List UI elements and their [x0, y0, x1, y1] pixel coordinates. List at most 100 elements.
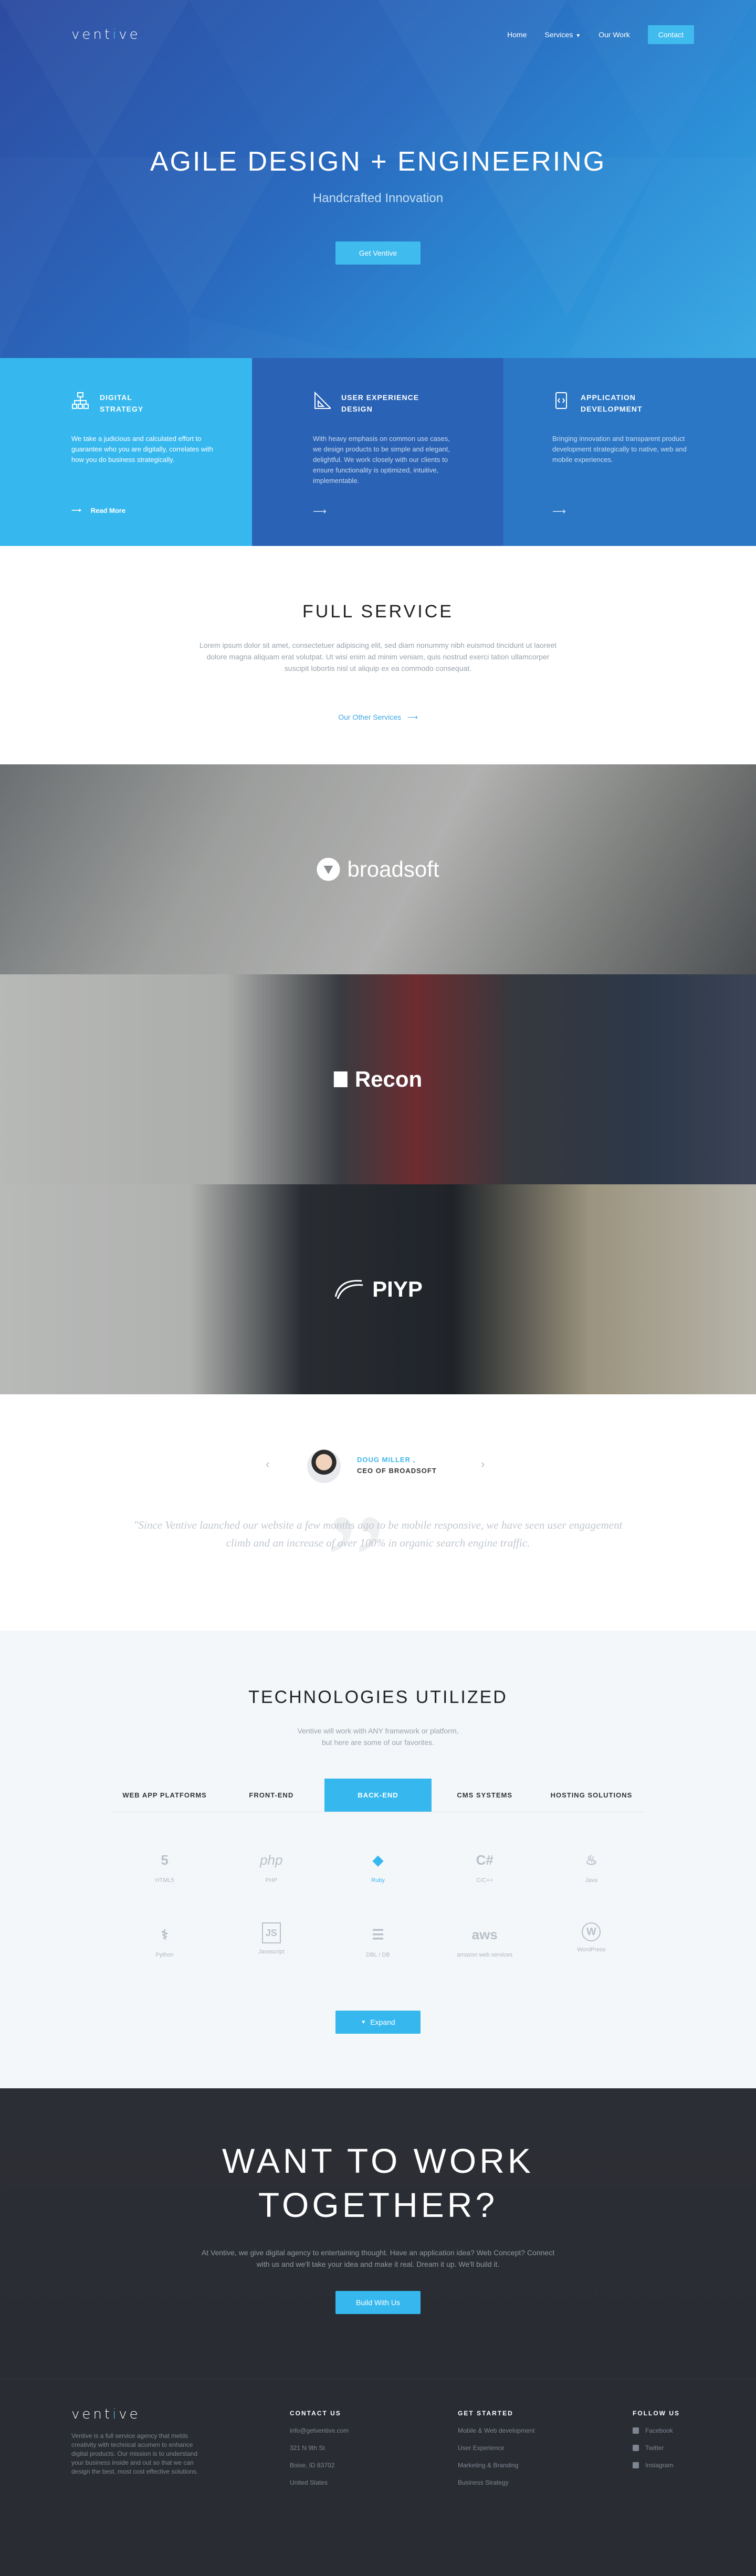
quote-mark-icon: ”	[326, 1487, 386, 1631]
tech-label: C/C++	[476, 1877, 494, 1884]
logo-text-start: vent	[71, 27, 113, 43]
instagram-link[interactable]: Instagram	[633, 2462, 680, 2469]
nav-our-work-link[interactable]: Our Work	[598, 30, 630, 39]
client-recon-tile[interactable]: Recon	[0, 974, 756, 1184]
tech-item-wordpress: W WordPress	[538, 1922, 645, 1964]
chevron-down-icon: ▼	[361, 2019, 366, 2025]
hero-subtitle: Handcrafted Innovation	[312, 191, 444, 205]
footer-address-city: Boise, ID 83702	[290, 2462, 335, 2469]
java-icon: ♨	[585, 1852, 598, 1868]
client-piyp-tile[interactable]: PIYP	[0, 1184, 756, 1394]
twitter-icon	[633, 2445, 639, 2451]
get-ventive-button[interactable]: Get Ventive	[335, 241, 421, 265]
facebook-link[interactable]: Facebook	[633, 2427, 680, 2434]
tech-grid: 5 HTML5 php PHP ◆ Ruby C# C/C++ ♨ Java ⚕ Pytho…	[111, 1848, 645, 1964]
ruler-triangle-icon	[314, 392, 331, 409]
nav-services-label: Services	[544, 30, 573, 39]
tab-cms-systems[interactable]: CMS SYSTEMS	[432, 1779, 538, 1812]
footer-link[interactable]: Business Strategy	[458, 2479, 535, 2486]
avatar	[307, 1449, 341, 1483]
footer-link[interactable]: Marketing & Branding	[458, 2462, 535, 2469]
footer-heading: CONTACT US	[290, 2410, 341, 2417]
expand-button[interactable]: ▼ Expand	[335, 2011, 421, 2034]
footer-link[interactable]: User Experience	[458, 2444, 535, 2452]
cta-section: WANT TO WORK TOGETHER? At Ventive, we giv…	[0, 2088, 756, 2379]
panel-ux-design: USER EXPERIENCE DESIGN With heavy emphasi…	[252, 358, 504, 546]
other-services-link[interactable]: Our Other Services ⟶	[0, 713, 756, 722]
nav-home-link[interactable]: Home	[507, 30, 527, 39]
footer-get-started: GET STARTED Mobile & Web development Use…	[458, 2410, 535, 2486]
arrow-right-icon[interactable]: ⟶	[552, 506, 566, 517]
footer-heading: FOLLOW US	[633, 2410, 680, 2417]
tech-item-html5: 5 HTML5	[111, 1848, 218, 1890]
footer-follow: FOLLOW US Facebook Twitter Instagram	[633, 2410, 680, 2469]
tech-label: Java	[585, 1877, 598, 1884]
aws-icon: aws	[471, 1926, 498, 1942]
footer-address-street: 321 N 9th St	[290, 2444, 325, 2452]
nav-contact-button[interactable]: Contact	[647, 25, 694, 44]
client-broadsoft-tile[interactable]: broadsoft	[0, 764, 756, 974]
testimonial-name: DOUG MILLER ,	[357, 1456, 416, 1464]
footer-email-link[interactable]: info@getventive.com	[290, 2427, 349, 2434]
mobile-code-icon	[555, 392, 567, 409]
tech-item-php: php PHP	[218, 1848, 324, 1890]
database-icon: ☰	[372, 1926, 384, 1942]
section-title: FULL SERVICE	[302, 602, 454, 622]
section-title: TECHNOLOGIES UTILIZED	[248, 1687, 508, 1707]
footer-contact: CONTACT US info@getventive.com 321 N 9th…	[290, 2410, 349, 2486]
html5-icon: 5	[161, 1852, 169, 1868]
tab-front-end[interactable]: FRONT-END	[218, 1779, 324, 1812]
other-services-label: Our Other Services	[338, 713, 402, 721]
chevron-left-icon[interactable]: ‹	[266, 1457, 269, 1471]
tab-back-end[interactable]: BACK-END	[324, 1779, 432, 1812]
testimonial-quote: "Since Ventive launched our website a fe…	[133, 1519, 623, 1549]
wordpress-icon: W	[582, 1922, 601, 1941]
recon-mark-icon	[333, 1071, 348, 1087]
arrow-right-icon[interactable]: ⟶	[313, 506, 327, 517]
nav-menu: Home Services ▼ Our Work Contact	[507, 25, 694, 44]
tech-label: HTML5	[155, 1877, 174, 1884]
footer-about: Ventive is a full service agency that me…	[71, 2432, 198, 2475]
tab-web-app-platforms[interactable]: WEB APP PLATFORMS	[111, 1779, 218, 1812]
build-with-us-button[interactable]: Build With Us	[335, 2291, 421, 2314]
client-name: Recon	[354, 1067, 423, 1091]
nodejs-icon: JS	[261, 1922, 281, 1943]
footer: ventive Ventive is a full service agency…	[0, 2379, 756, 2576]
tech-item-python: ⚕ Python	[111, 1922, 218, 1964]
broadsoft-logo: broadsoft	[317, 857, 439, 882]
ruby-icon: ◆	[372, 1852, 383, 1868]
footer-heading: GET STARTED	[458, 2410, 513, 2417]
panel-app-development: APPLICATION DEVELOPMENT Bringing innovati…	[504, 358, 756, 546]
twitter-link[interactable]: Twitter	[633, 2444, 680, 2452]
tech-label: WordPress	[577, 1947, 606, 1953]
tech-item-ruby: ◆ Ruby	[324, 1848, 431, 1890]
read-more-link[interactable]: ⟶ Read More	[71, 506, 125, 514]
client-name: PIYP	[372, 1277, 423, 1301]
logo-text-end: ve	[119, 27, 141, 43]
arrow-right-icon: ⟶	[407, 713, 418, 721]
tab-hosting-solutions[interactable]: HOSTING SOLUTIONS	[538, 1779, 645, 1812]
social-label: Facebook	[645, 2427, 673, 2434]
read-more-label: Read More	[90, 506, 126, 514]
testimonial-role: CEO OF BROADSOFT	[357, 1467, 437, 1475]
tech-label: Javascript	[258, 1949, 285, 1955]
tech-label: Ruby	[371, 1877, 385, 1884]
footer-link[interactable]: Mobile & Web development	[458, 2427, 535, 2434]
recon-logo: Recon	[333, 1067, 423, 1092]
technologies-section: TECHNOLOGIES UTILIZED Ventive will work …	[0, 1631, 756, 2088]
section-text: Lorem ipsum dolor sit amet, consectetuer…	[199, 641, 557, 672]
cta-title: WANT TO WORK TOGETHER?	[222, 2141, 534, 2224]
panel-text: We take a judicious and calculated effor…	[71, 435, 214, 464]
nav-services-link[interactable]: Services ▼	[545, 30, 581, 39]
chevron-right-icon[interactable]: ›	[481, 1457, 485, 1471]
tech-item-javascript: JS Javascript	[218, 1922, 324, 1964]
full-service-section: FULL SERVICE Lorem ipsum dolor sit amet,…	[0, 546, 756, 764]
instagram-icon	[633, 2462, 639, 2468]
tech-label: PHP	[265, 1877, 278, 1884]
footer-logo[interactable]: ventive	[71, 2406, 141, 2422]
ventive-logo[interactable]: ventive	[71, 27, 141, 43]
footer-address-country: United States	[290, 2479, 328, 2486]
tech-label: DBL / DB	[366, 1952, 390, 1958]
tech-tabs: WEB APP PLATFORMS FRONT-END BACK-END CMS…	[111, 1779, 645, 1812]
panel-title: USER EXPERIENCE DESIGN	[341, 393, 419, 413]
